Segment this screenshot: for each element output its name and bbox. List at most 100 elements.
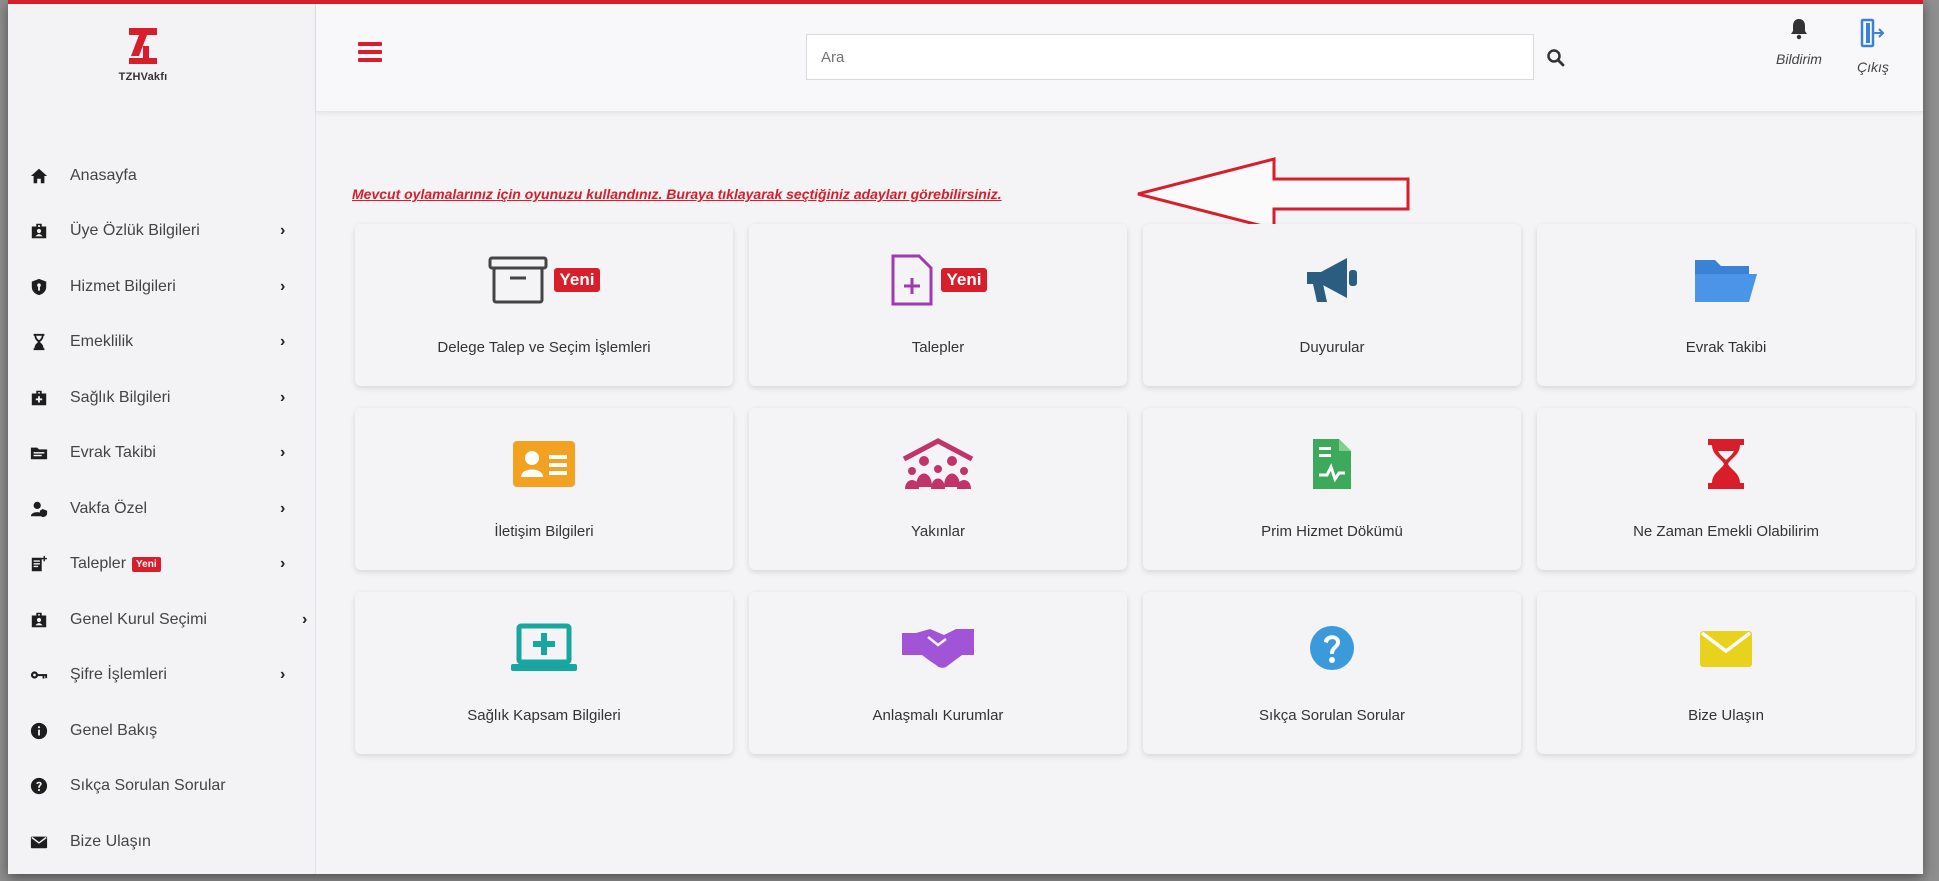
sidebar-item-label: Bize Ulaşın [70, 832, 151, 850]
id-badge-icon [30, 222, 48, 240]
card-iletisim[interactable]: İletişim Bilgileri [355, 408, 733, 570]
notifications-button[interactable]: Bildirim [1764, 18, 1834, 67]
question-icon [30, 777, 48, 795]
ballot-icon [30, 611, 48, 629]
search-icon[interactable] [1546, 48, 1566, 68]
contact-card-icon [513, 441, 575, 487]
sidebar-item-label: Genel Bakış [70, 721, 158, 739]
card-talepler[interactable]: Yeni Talepler [749, 224, 1127, 386]
sidebar-item-label: Sağlık Bilgileri [70, 388, 171, 406]
key-icon [30, 666, 48, 684]
chevron-right-icon: › [280, 555, 286, 573]
card-label: Sağlık Kapsam Bilgileri [467, 707, 621, 724]
new-badge: Yeni [940, 268, 988, 292]
card-prim-hizmet[interactable]: Prim Hizmet Dökümü [1143, 408, 1521, 570]
family-house-icon [902, 438, 974, 489]
top-header: Bildirim Çıkış [316, 4, 1923, 112]
card-yakinlar[interactable]: Yakınlar [749, 408, 1127, 570]
pointer-arrow-icon [1137, 157, 1410, 231]
card-label: Ne Zaman Emekli Olabilirim [1633, 523, 1819, 540]
card-label: Bize Ulaşın [1688, 707, 1764, 724]
question-circle-icon [1310, 626, 1354, 670]
card-saglik-kapsam[interactable]: Sağlık Kapsam Bilgileri [355, 592, 733, 754]
sidebar-item-label: Hizmet Bilgileri [70, 277, 176, 295]
sidebar-item-vakfa-ozel[interactable]: Vakfa Özel › [30, 481, 320, 537]
new-badge: Yeni [553, 268, 601, 292]
new-badge: Yeni [132, 556, 161, 572]
voting-notice-link[interactable]: Mevcut oylamalarınız için oyunuzu kullan… [352, 186, 1002, 202]
chevron-right-icon: › [280, 333, 286, 351]
card-label: Delege Talep ve Seçim İşlemleri [437, 339, 651, 356]
sidebar-item-bize-ulasin[interactable]: Bize Ulaşın [30, 814, 320, 870]
card-bize-ulasin[interactable]: Bize Ulaşın [1537, 592, 1915, 754]
card-duyurular[interactable]: Duyurular [1143, 224, 1521, 386]
sidebar-item-label: Anasayfa [70, 166, 137, 184]
bell-icon [1791, 19, 1807, 40]
card-label: Evrak Takibi [1685, 339, 1767, 356]
file-plus-icon [30, 555, 48, 573]
logo[interactable]: TZHVakfı [108, 26, 178, 83]
logout-button[interactable]: Çıkış [1838, 18, 1908, 75]
document-chart-icon [1313, 439, 1351, 489]
card-label: Anlaşmalı Kurumlar [872, 707, 1004, 724]
sidebar-item-emeklilik[interactable]: Emeklilik › [30, 315, 320, 371]
file-plus-icon [891, 254, 933, 306]
envelope-icon [1700, 631, 1752, 667]
sidebar-item-sss[interactable]: Sıkça Sorulan Sorular [30, 759, 320, 815]
card-label: İletişim Bilgileri [494, 523, 594, 540]
logout-label: Çıkış [1857, 59, 1889, 75]
sidebar: TZHVakfı Anasayfa Üye Özlük Bilgileri › … [8, 4, 316, 874]
folder-icon [30, 444, 48, 462]
folder-open-icon [1695, 260, 1757, 302]
logo-icon [129, 28, 157, 64]
chevron-right-icon: › [280, 499, 286, 517]
sidebar-item-evrak[interactable]: Evrak Takibi › [30, 426, 320, 482]
handshake-icon [902, 629, 974, 668]
card-sss[interactable]: Sıkça Sorulan Sorular [1143, 592, 1521, 754]
sidebar-item-label: Şifre İşlemleri [70, 666, 167, 684]
info-icon [30, 722, 48, 740]
card-emekli-olabilirim[interactable]: Ne Zaman Emekli Olabilirim [1537, 408, 1915, 570]
sidebar-item-label: Talepler [70, 555, 127, 573]
hamburger-menu-button[interactable] [358, 42, 382, 62]
chevron-right-icon: › [280, 666, 286, 684]
medical-briefcase-icon [30, 389, 48, 407]
sidebar-item-label: Evrak Takibi [70, 444, 156, 462]
card-label: Duyurular [1299, 339, 1365, 356]
card-label: Sıkça Sorulan Sorular [1259, 707, 1405, 724]
logo-text: TZHVakfı [118, 71, 168, 83]
card-anlasmali-kurumlar[interactable]: Anlaşmalı Kurumlar [749, 592, 1127, 754]
laptop-medical-icon [511, 623, 577, 671]
sidebar-item-uye-ozluk[interactable]: Üye Özlük Bilgileri › [30, 204, 320, 260]
chevron-right-icon: › [280, 222, 286, 240]
chevron-right-icon: › [280, 388, 286, 406]
card-label: Talepler [911, 339, 965, 356]
search-input[interactable] [806, 34, 1534, 80]
chevron-right-icon: › [280, 444, 286, 462]
hourglass-icon [1708, 439, 1744, 489]
sidebar-item-hizmet[interactable]: Hizmet Bilgileri › [30, 259, 320, 315]
card-delege-talep[interactable]: Yeni Delege Talep ve Seçim İşlemleri [355, 224, 733, 386]
sidebar-item-label: Genel Kurul Seçimi [70, 610, 207, 628]
user-shield-icon [30, 500, 48, 518]
notifications-label: Bildirim [1776, 51, 1822, 67]
chevron-right-icon: › [280, 277, 286, 295]
archive-box-icon [488, 256, 548, 304]
hourglass-icon [30, 333, 48, 351]
sidebar-item-genel-bakis[interactable]: Genel Bakış [30, 703, 320, 759]
sidebar-item-anasayfa[interactable]: Anasayfa [30, 148, 320, 204]
sidebar-menu: Anasayfa Üye Özlük Bilgileri › Hizmet Bi… [30, 148, 320, 870]
sidebar-item-sifre[interactable]: Şifre İşlemleri › [30, 648, 320, 704]
sidebar-item-talepler[interactable]: Talepler Yeni › [30, 537, 320, 593]
sidebar-item-label: Emeklilik [70, 333, 134, 351]
sidebar-item-saglik[interactable]: Sağlık Bilgileri › [30, 370, 320, 426]
logout-icon [1860, 18, 1885, 48]
sidebar-item-label: Üye Özlük Bilgileri [70, 222, 200, 240]
sidebar-item-genel-kurul[interactable]: Genel Kurul Seçimi › [30, 592, 320, 648]
card-evrak-takibi[interactable]: Evrak Takibi [1537, 224, 1915, 386]
home-icon [30, 167, 48, 185]
card-label: Yakınlar [911, 523, 965, 540]
app-window: TZHVakfı Anasayfa Üye Özlük Bilgileri › … [8, 0, 1923, 874]
chevron-right-icon: › [302, 610, 308, 628]
sidebar-item-label: Vakfa Özel [70, 499, 148, 517]
